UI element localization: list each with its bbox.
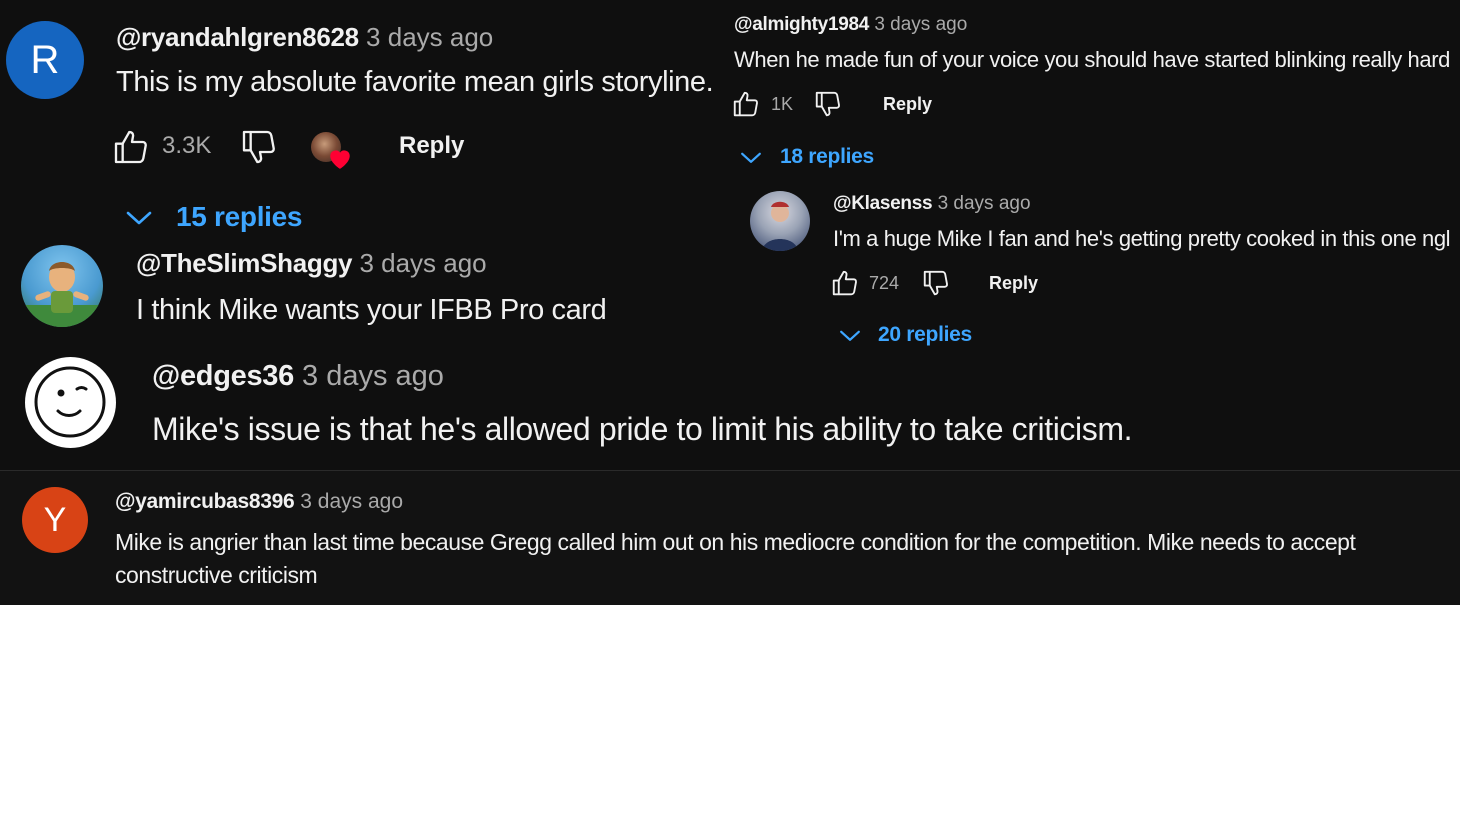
- comment-text: This is my absolute favorite mean girls …: [116, 66, 714, 98]
- comment-time[interactable]: 3 days ago: [300, 490, 403, 513]
- comment-text: Mike's issue is that he's allowed pride …: [152, 411, 1133, 447]
- person-avatar-icon: [762, 201, 798, 251]
- chevron-down-icon: [840, 330, 860, 341]
- replies-count: 15 replies: [176, 201, 303, 232]
- like-count: 1K: [771, 94, 794, 114]
- show-replies-button[interactable]: 18 replies: [739, 143, 874, 171]
- reply-button[interactable]: Reply: [399, 132, 464, 160]
- avatar-klasenss[interactable]: [750, 191, 810, 251]
- comment-author[interactable]: @yamircubas8396: [115, 490, 295, 513]
- comment-text: I think Mike wants your IFBB Pro card: [136, 294, 607, 326]
- comment-text-line-2: constructive criticism: [115, 562, 318, 588]
- avatar-letter: R: [30, 37, 60, 82]
- comment-time[interactable]: 3 days ago: [874, 14, 967, 35]
- avatar-yamircubas8396[interactable]: Y: [22, 487, 88, 553]
- avatar-edges36[interactable]: [25, 357, 116, 448]
- comment-author[interactable]: @TheSlimShaggy: [136, 248, 353, 278]
- comment-time[interactable]: 3 days ago: [366, 22, 493, 52]
- comment-header: @yamircubas8396 3 days ago: [115, 488, 403, 516]
- comment-time[interactable]: 3 days ago: [302, 360, 444, 392]
- like-button[interactable]: [110, 127, 152, 167]
- comment-text: I'm a huge Mike I fan and he's getting p…: [833, 226, 1451, 251]
- like-button[interactable]: [730, 89, 762, 119]
- like-count: 724: [869, 273, 900, 293]
- comment-author[interactable]: @edges36: [152, 360, 294, 392]
- chevron-down-icon: [126, 211, 152, 225]
- comment-header: @TheSlimShaggy 3 days ago: [136, 247, 487, 279]
- reply-button[interactable]: Reply: [989, 272, 1038, 294]
- thumbs-up-icon: [733, 91, 758, 117]
- comment-author[interactable]: @almighty1984: [734, 14, 869, 35]
- comment-header: @almighty1984 3 days ago: [734, 12, 967, 38]
- comment-text: When he made fun of your voice you shoul…: [734, 47, 1450, 72]
- comment-header: @edges36 3 days ago: [152, 358, 444, 394]
- dislike-button[interactable]: [920, 268, 952, 298]
- like-count: 3.3K: [162, 132, 212, 159]
- smiley-face-icon: [34, 366, 106, 438]
- thumbs-up-icon: [114, 130, 147, 164]
- like-button[interactable]: [829, 268, 861, 298]
- reply-button[interactable]: Reply: [883, 93, 932, 115]
- comment-author[interactable]: @ryandahlgren8628: [116, 22, 359, 52]
- comment-header: @Klasenss 3 days ago: [833, 191, 1031, 217]
- comment-time[interactable]: 3 days ago: [359, 248, 486, 278]
- chevron-down-icon: [741, 152, 761, 163]
- thumbs-down-icon: [242, 130, 275, 164]
- show-replies-button[interactable]: 15 replies: [124, 199, 303, 235]
- comment-author[interactable]: @Klasenss: [833, 193, 933, 214]
- comment-header: @ryandahlgren8628 3 days ago: [116, 20, 493, 54]
- show-replies-button[interactable]: 20 replies: [838, 321, 972, 349]
- thumbs-up-icon: [832, 270, 857, 296]
- thumbs-down-icon: [815, 91, 840, 117]
- comment-time[interactable]: 3 days ago: [938, 193, 1031, 214]
- replies-count: 18 replies: [780, 145, 874, 168]
- dislike-button[interactable]: [238, 127, 280, 167]
- avatar-theslimshaggy[interactable]: [21, 245, 103, 327]
- avatar-ryandahlgren8628[interactable]: R: [6, 21, 84, 99]
- replies-count: 20 replies: [878, 323, 972, 346]
- avatar-letter: Y: [43, 500, 67, 539]
- thumbs-down-icon: [923, 270, 948, 296]
- creator-heart-badge: [309, 130, 355, 172]
- heart-icon: [330, 150, 350, 169]
- comment-text-line-1: Mike is angrier than last time because G…: [115, 529, 1356, 555]
- character-avatar-icon: [21, 262, 103, 327]
- dislike-button[interactable]: [812, 89, 844, 119]
